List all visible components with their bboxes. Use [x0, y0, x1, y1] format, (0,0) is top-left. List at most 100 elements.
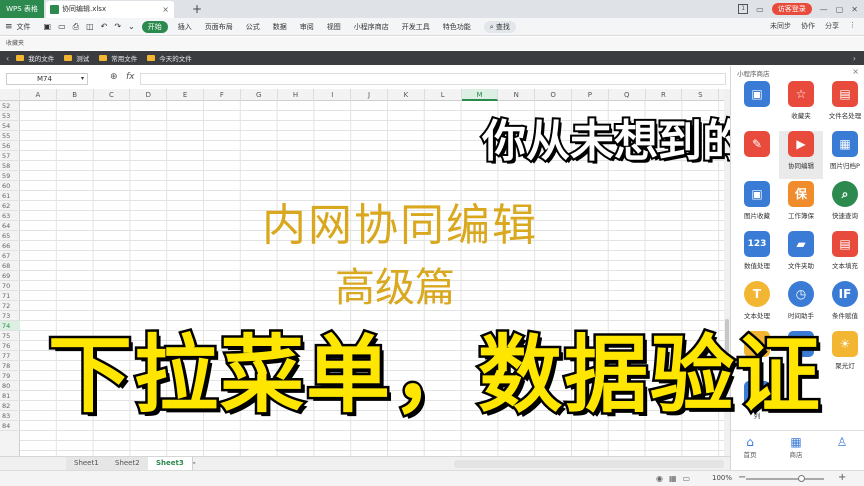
tab-special-features[interactable]: 特色功能	[443, 22, 471, 32]
column-header-cell[interactable]: N	[498, 89, 536, 101]
minimize-icon[interactable]: —	[820, 5, 828, 14]
normal-view-icon[interactable]: ▦	[669, 474, 677, 483]
tab-review[interactable]: 审阅	[300, 22, 314, 32]
row-header-cell[interactable]: 75	[0, 331, 20, 341]
document-tab[interactable]: 协同编辑.xlsx ×	[46, 1, 174, 18]
column-header-cell[interactable]: B	[57, 89, 94, 101]
row-header-cell[interactable]: 83	[0, 411, 20, 421]
mini-program-item[interactable]: ▣ 图片收藏	[735, 181, 779, 229]
row-header-cell[interactable]: 81	[0, 391, 20, 401]
mini-program-item[interactable]: ▣	[735, 81, 779, 129]
row-header-cell[interactable]: 60	[0, 181, 20, 191]
column-header-cell[interactable]: D	[130, 89, 168, 101]
column-header-cell[interactable]: J	[351, 89, 388, 101]
column-header-cell[interactable]: S	[682, 89, 720, 101]
hamburger-menu-icon[interactable]: ≡	[5, 22, 13, 32]
row-header-cell[interactable]: 58	[0, 161, 20, 171]
search-button[interactable]: ⌕ 查找	[483, 20, 516, 33]
row-header-cell[interactable]: 72	[0, 301, 20, 311]
row-header-cell[interactable]: 69	[0, 271, 20, 281]
panel-nav-item[interactable]: ♙	[827, 435, 857, 449]
column-header-cell[interactable]: I	[314, 89, 352, 101]
row-header-cell[interactable]: 53	[0, 111, 20, 121]
mini-program-item[interactable]: ▰ 文件夹助	[779, 231, 823, 279]
row-header-cell[interactable]: 64	[0, 221, 20, 231]
mini-program-item[interactable]: IF 条件赋值	[823, 281, 864, 329]
zoom-slider[interactable]	[746, 478, 824, 480]
mini-program-item[interactable]: ✎	[735, 131, 779, 179]
column-header-cell[interactable]: A	[20, 89, 57, 101]
column-header-cell[interactable]: F	[204, 89, 241, 101]
row-header-cell[interactable]: 66	[0, 241, 20, 251]
row-header-cell[interactable]: 76	[0, 341, 20, 351]
zoom-level[interactable]: 100%	[712, 474, 732, 482]
function-icon[interactable]: fx	[126, 72, 135, 82]
column-header-cell[interactable]: Q	[609, 89, 646, 101]
horizontal-scrollbar[interactable]	[454, 460, 724, 468]
menu-file[interactable]: 文件	[17, 22, 31, 32]
share-button[interactable]: 分享	[825, 21, 839, 31]
column-header-cell[interactable]: P	[572, 89, 609, 101]
row-header-cell[interactable]: 78	[0, 361, 20, 371]
chevron-down-icon[interactable]: ▾	[81, 74, 84, 84]
favorite-test[interactable]: 测试	[64, 53, 89, 63]
chevron-left-icon[interactable]: ‹	[6, 54, 9, 63]
row-header-cell[interactable]: 82	[0, 401, 20, 411]
tab-insert[interactable]: 插入	[178, 22, 192, 32]
sync-status-button[interactable]: 未同步	[770, 21, 791, 31]
mini-program-item[interactable]: 保工作簿保	[779, 181, 823, 229]
zoom-in-button[interactable]: +	[838, 472, 846, 483]
favorite-common-files[interactable]: 常用文件	[99, 53, 137, 63]
mini-program-item[interactable]: 123 数值处理	[735, 231, 779, 279]
undo-icon[interactable]: ↶	[101, 22, 108, 31]
mini-program-item[interactable]: ⌕ 快速查询	[823, 181, 864, 229]
column-header-cell[interactable]: H	[278, 89, 315, 101]
column-header-cell[interactable]: O	[535, 89, 572, 101]
tab-developer-tools[interactable]: 开发工具	[402, 22, 430, 32]
row-header-cell[interactable]: 57	[0, 151, 20, 161]
row-header-cell[interactable]: 56	[0, 141, 20, 151]
more-icon[interactable]: ⋮	[849, 21, 856, 31]
mini-program-item[interactable]: T 文本处理	[735, 281, 779, 329]
sheet-tab[interactable]: Sheet2	[107, 457, 149, 470]
print-preview-icon[interactable]: ◫	[86, 22, 94, 31]
tab-formulas[interactable]: 公式	[246, 22, 260, 32]
formula-input[interactable]	[140, 73, 726, 85]
redo-icon[interactable]: ↷	[114, 22, 121, 31]
maximize-icon[interactable]: ▢	[836, 5, 844, 14]
panel-nav-item[interactable]: ⌂ 首页	[735, 435, 765, 459]
row-header-cell[interactable]: 59	[0, 171, 20, 181]
column-header-cell[interactable]: K	[388, 89, 425, 101]
row-header-cell[interactable]: 65	[0, 231, 20, 241]
column-header-cell[interactable]: R	[646, 89, 683, 101]
row-header-cell[interactable]: 62	[0, 201, 20, 211]
row-header-cell[interactable]: 70	[0, 281, 20, 291]
mini-program-item[interactable]: ▤ 文本填充	[823, 231, 864, 279]
favorite-today-files[interactable]: 今天的文件	[147, 53, 192, 63]
row-header-cell[interactable]: 67	[0, 251, 20, 261]
open-folder-icon[interactable]: ▭	[58, 22, 66, 31]
row-header-cell[interactable]: 74	[0, 321, 20, 331]
mini-program-item[interactable]: ▶ 协同编辑	[779, 131, 823, 179]
row-header-cell[interactable]: 61	[0, 191, 20, 201]
row-header-cell[interactable]: 73	[0, 311, 20, 321]
row-header-cell[interactable]: 80	[0, 381, 20, 391]
panel-nav-item[interactable]: ▦ 商店	[781, 435, 811, 459]
tab-data[interactable]: 数据	[273, 22, 287, 32]
guest-login-button[interactable]: 访客登录	[771, 3, 812, 15]
close-window-icon[interactable]: ✕	[851, 5, 858, 14]
eye-icon[interactable]: ◉	[656, 474, 663, 483]
mini-program-item[interactable]: ▤ 文件名处理	[823, 81, 864, 129]
column-header-cell[interactable]: C	[94, 89, 131, 101]
row-header-cell[interactable]: 52	[0, 101, 20, 111]
row-header-cell[interactable]: 79	[0, 371, 20, 381]
close-tab-icon[interactable]: ×	[162, 1, 169, 18]
tab-page-layout[interactable]: 页面布局	[205, 22, 233, 32]
collaborate-button[interactable]: 协作	[801, 21, 815, 31]
mini-program-item[interactable]: ☆ 收藏夹	[779, 81, 823, 129]
new-tab-button[interactable]: +	[192, 0, 202, 18]
column-header-cell[interactable]: G	[241, 89, 278, 101]
window-count-badge[interactable]: 1	[738, 4, 749, 14]
mini-program-item[interactable]: ▦ 图片归档P	[823, 131, 864, 179]
row-header-cell[interactable]: 68	[0, 261, 20, 271]
